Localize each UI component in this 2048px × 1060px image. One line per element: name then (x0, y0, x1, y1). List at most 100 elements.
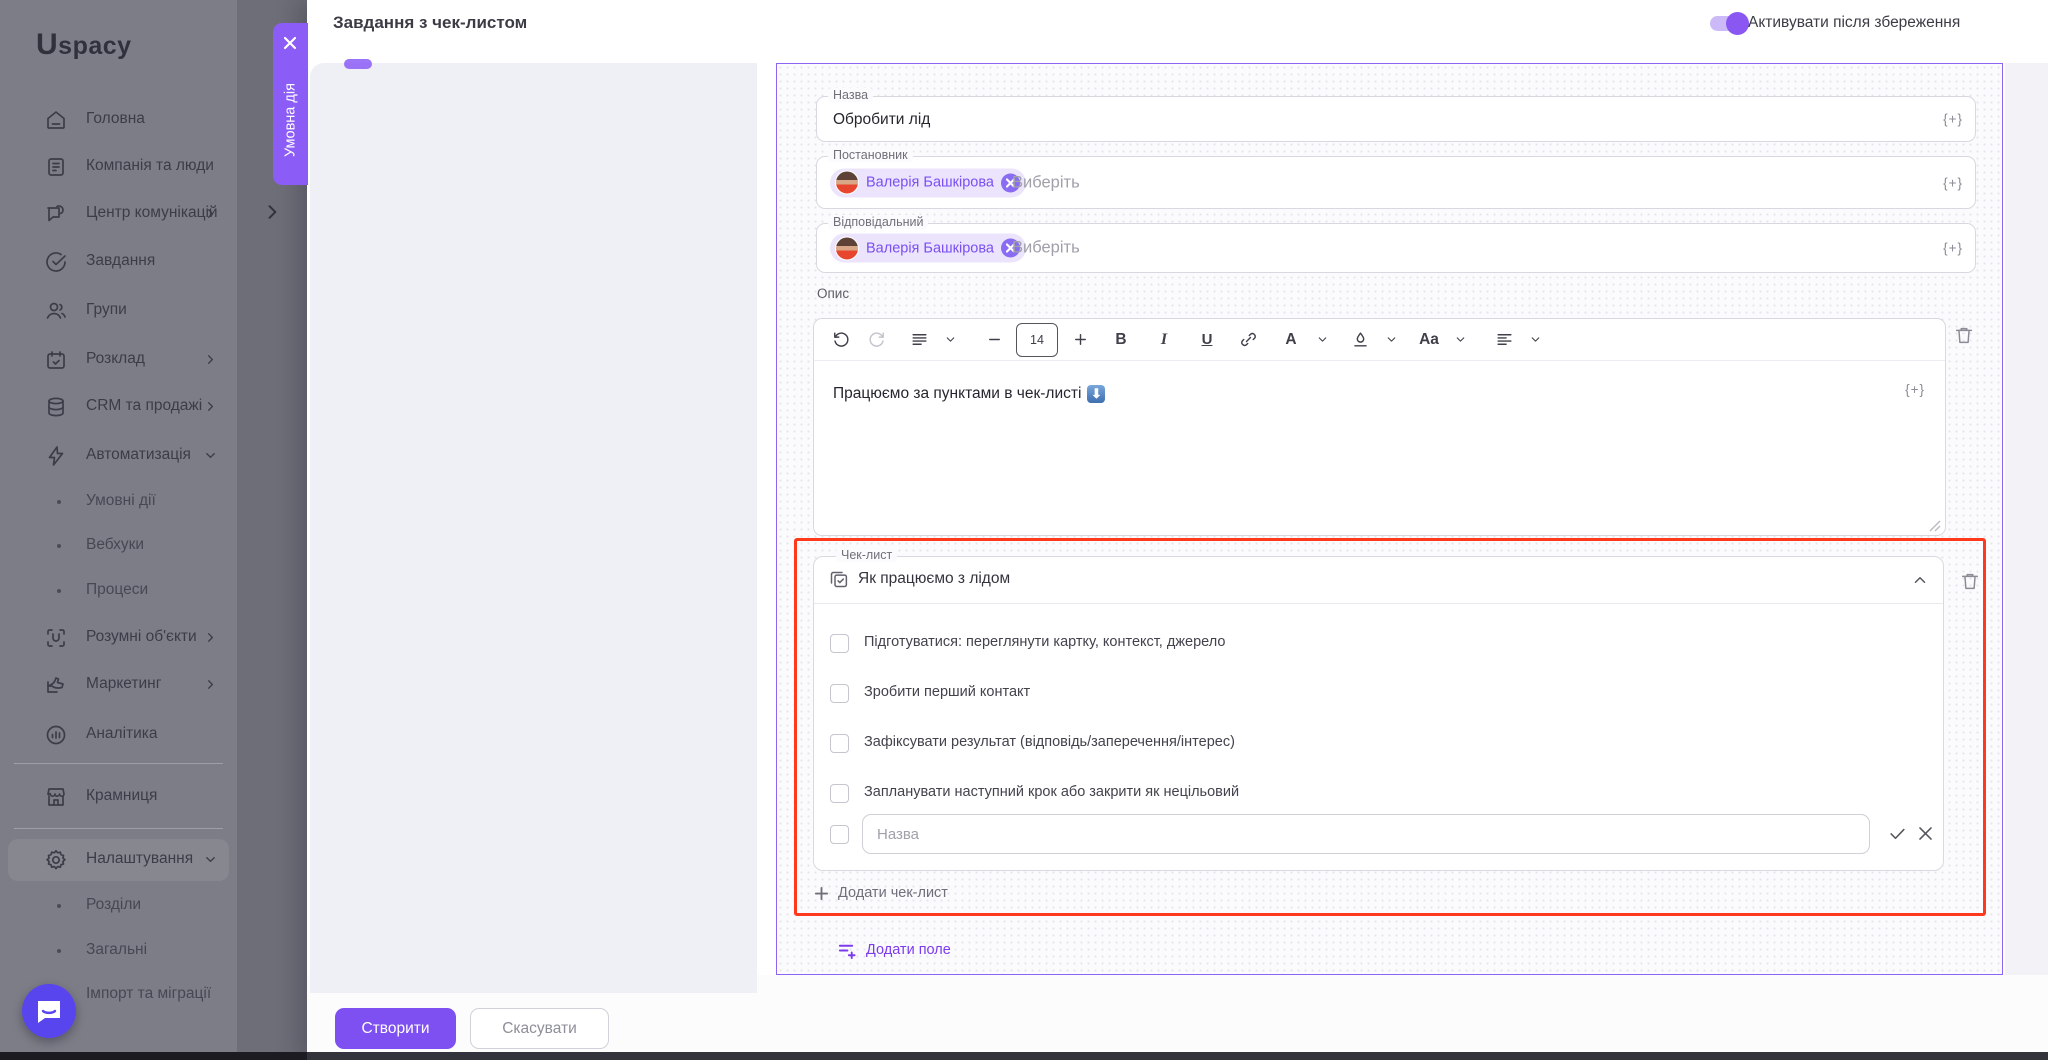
chevron-down-icon[interactable] (1309, 326, 1335, 354)
checkbox[interactable] (830, 684, 849, 703)
insert-token-button[interactable]: {+} (1943, 175, 1963, 190)
drawer-right-gutter (2005, 63, 2048, 975)
sidebar-item-store[interactable]: Крамниця (0, 779, 237, 815)
checkbox[interactable] (830, 825, 849, 844)
checklist-item[interactable]: Підготуватися: переглянути картку, конте… (814, 625, 1943, 661)
font-size-value[interactable]: 14 (1016, 323, 1058, 357)
checkbox[interactable] (830, 784, 849, 803)
line-spacing-icon[interactable] (906, 326, 932, 354)
new-checklist-item-input[interactable] (862, 814, 1870, 854)
conditional-action-tab[interactable]: Умовна дія (273, 23, 308, 185)
sidebar-item-crm[interactable]: CRM та продажі (0, 389, 237, 425)
sidebar-item-home[interactable]: Головна (0, 102, 237, 138)
chevron-down-icon[interactable] (1447, 326, 1473, 354)
uspacy-logo: UUspacyspacy (36, 28, 132, 62)
checkbox[interactable] (830, 734, 849, 753)
expand-panel-chevron[interactable] (262, 202, 282, 222)
down-arrow-emoji: ⬇ (1087, 385, 1105, 403)
checklist-header[interactable]: Як працюємо з лідом (814, 557, 1943, 604)
sidebar-item-company[interactable]: Компанія та люди (0, 149, 237, 185)
chevron-down-icon (203, 448, 218, 468)
insert-token-button[interactable]: {+} (1943, 112, 1963, 127)
insert-token-button[interactable]: {+} (1905, 382, 1925, 397)
resize-handle[interactable] (1929, 519, 1941, 531)
sidebar-item-sections[interactable]: Розділи (0, 888, 237, 924)
canvas-element-partial (344, 59, 372, 69)
assigner-field-label: Постановник (828, 148, 913, 162)
text-color-button[interactable]: A (1278, 326, 1304, 354)
italic-button[interactable]: I (1151, 326, 1177, 354)
chevron-right-icon (203, 399, 218, 419)
create-button[interactable]: Створити (335, 1008, 456, 1049)
chevron-up-icon[interactable] (1911, 571, 1929, 589)
checklist-item[interactable]: Зробити перший контакт (814, 675, 1943, 711)
text-style-button[interactable]: Aa (1416, 326, 1442, 354)
editor-content[interactable]: Працюємо за пунктами в чек-листі ⬇ {+} (814, 360, 1945, 535)
link-icon[interactable] (1235, 326, 1261, 354)
calendar-icon (44, 348, 68, 372)
assigner-field[interactable]: Постановник Валерія Башкірова Виберіть {… (816, 156, 1976, 209)
chevron-right-icon (203, 677, 218, 697)
highlight-color-icon[interactable] (1347, 326, 1373, 354)
toggle-knob (1726, 12, 1749, 35)
analytics-icon (44, 723, 68, 747)
check-circle-icon (44, 250, 68, 274)
sidebar-item-schedule[interactable]: Розклад (0, 342, 237, 378)
plus-icon (814, 886, 829, 901)
description-editor[interactable]: 14 B I U A Aa Працюємо за пунктами в чек… (813, 318, 1946, 536)
sidebar-item-automation[interactable]: Автоматизація (0, 438, 237, 474)
bold-button[interactable]: B (1108, 326, 1134, 354)
responsible-placeholder[interactable]: Виберіть (1012, 239, 1080, 258)
sidebar-item-comms[interactable]: Центр комунікацій (0, 196, 237, 232)
add-field-link[interactable]: Додати поле (837, 938, 951, 962)
name-field[interactable]: Назва {+} (816, 96, 1976, 142)
align-left-icon[interactable] (1491, 326, 1517, 354)
chat-bubble-icon (35, 998, 63, 1024)
responsible-field[interactable]: Відповідальний Валерія Башкірова Виберіт… (816, 223, 1976, 273)
chevron-down-icon[interactable] (1522, 326, 1548, 354)
add-checklist-link[interactable]: Додати чек-лист (814, 881, 948, 905)
insert-token-button[interactable]: {+} (1943, 241, 1963, 256)
underline-button[interactable]: U (1194, 326, 1220, 354)
user-chip[interactable]: Валерія Башкірова (830, 168, 1026, 197)
checklist-item[interactable]: Запланувати наступний крок або закрити я… (814, 775, 1943, 811)
cancel-button[interactable]: Скасувати (470, 1008, 609, 1049)
confirm-icon[interactable] (1888, 824, 1907, 843)
description-text: Працюємо за пунктами в чек-листі (833, 385, 1081, 403)
database-icon (44, 395, 68, 419)
assigner-placeholder[interactable]: Виберіть (1012, 173, 1080, 192)
redo-icon[interactable] (863, 326, 889, 354)
name-input[interactable] (831, 97, 1895, 143)
chevron-down-icon[interactable] (937, 326, 963, 354)
checklist-title[interactable]: Як працюємо з лідом (858, 570, 1010, 588)
sidebar: UUspacyspacy Головна Компанія та люди Це… (0, 0, 237, 1060)
sidebar-item-settings[interactable]: Налаштування (0, 842, 237, 878)
sidebar-item-general[interactable]: Загальні (0, 933, 237, 969)
user-chip-name: Валерія Башкірова (866, 175, 994, 191)
sidebar-item-marketing[interactable]: Маркетинг (0, 667, 237, 703)
undo-icon[interactable] (828, 326, 854, 354)
activate-toggle[interactable] (1710, 14, 1746, 36)
checkbox[interactable] (830, 634, 849, 653)
checklist-panel: Чек-лист Як працюємо з лідом Підготувати… (813, 556, 1944, 871)
cancel-icon[interactable] (1916, 824, 1935, 843)
increase-font-icon[interactable] (1067, 326, 1093, 354)
delete-checklist-icon[interactable] (1959, 570, 1981, 592)
chat-icon (44, 202, 68, 226)
sidebar-item-tasks[interactable]: Завдання (0, 244, 237, 280)
delete-description-icon[interactable] (1953, 324, 1975, 346)
user-chip[interactable]: Валерія Башкірова (830, 234, 1026, 263)
close-icon[interactable] (281, 34, 299, 52)
sidebar-item-smart-objects[interactable]: Розумні об'єкти (0, 620, 237, 656)
responsible-field-label: Відповідальний (828, 215, 928, 229)
chat-fab-button[interactable] (22, 984, 76, 1038)
sidebar-item-webhooks[interactable]: Вебхуки (0, 528, 237, 564)
sidebar-item-analytics[interactable]: Аналітика (0, 717, 237, 753)
chevron-down-icon[interactable] (1378, 326, 1404, 354)
company-icon (44, 155, 68, 179)
sidebar-item-groups[interactable]: Групи (0, 293, 237, 329)
sidebar-item-processes[interactable]: Процеси (0, 573, 237, 609)
checklist-item[interactable]: Зафіксувати результат (відповідь/запереч… (814, 725, 1943, 761)
decrease-font-icon[interactable] (981, 326, 1007, 354)
sidebar-item-conditional-actions[interactable]: Умовні дії (0, 484, 237, 520)
